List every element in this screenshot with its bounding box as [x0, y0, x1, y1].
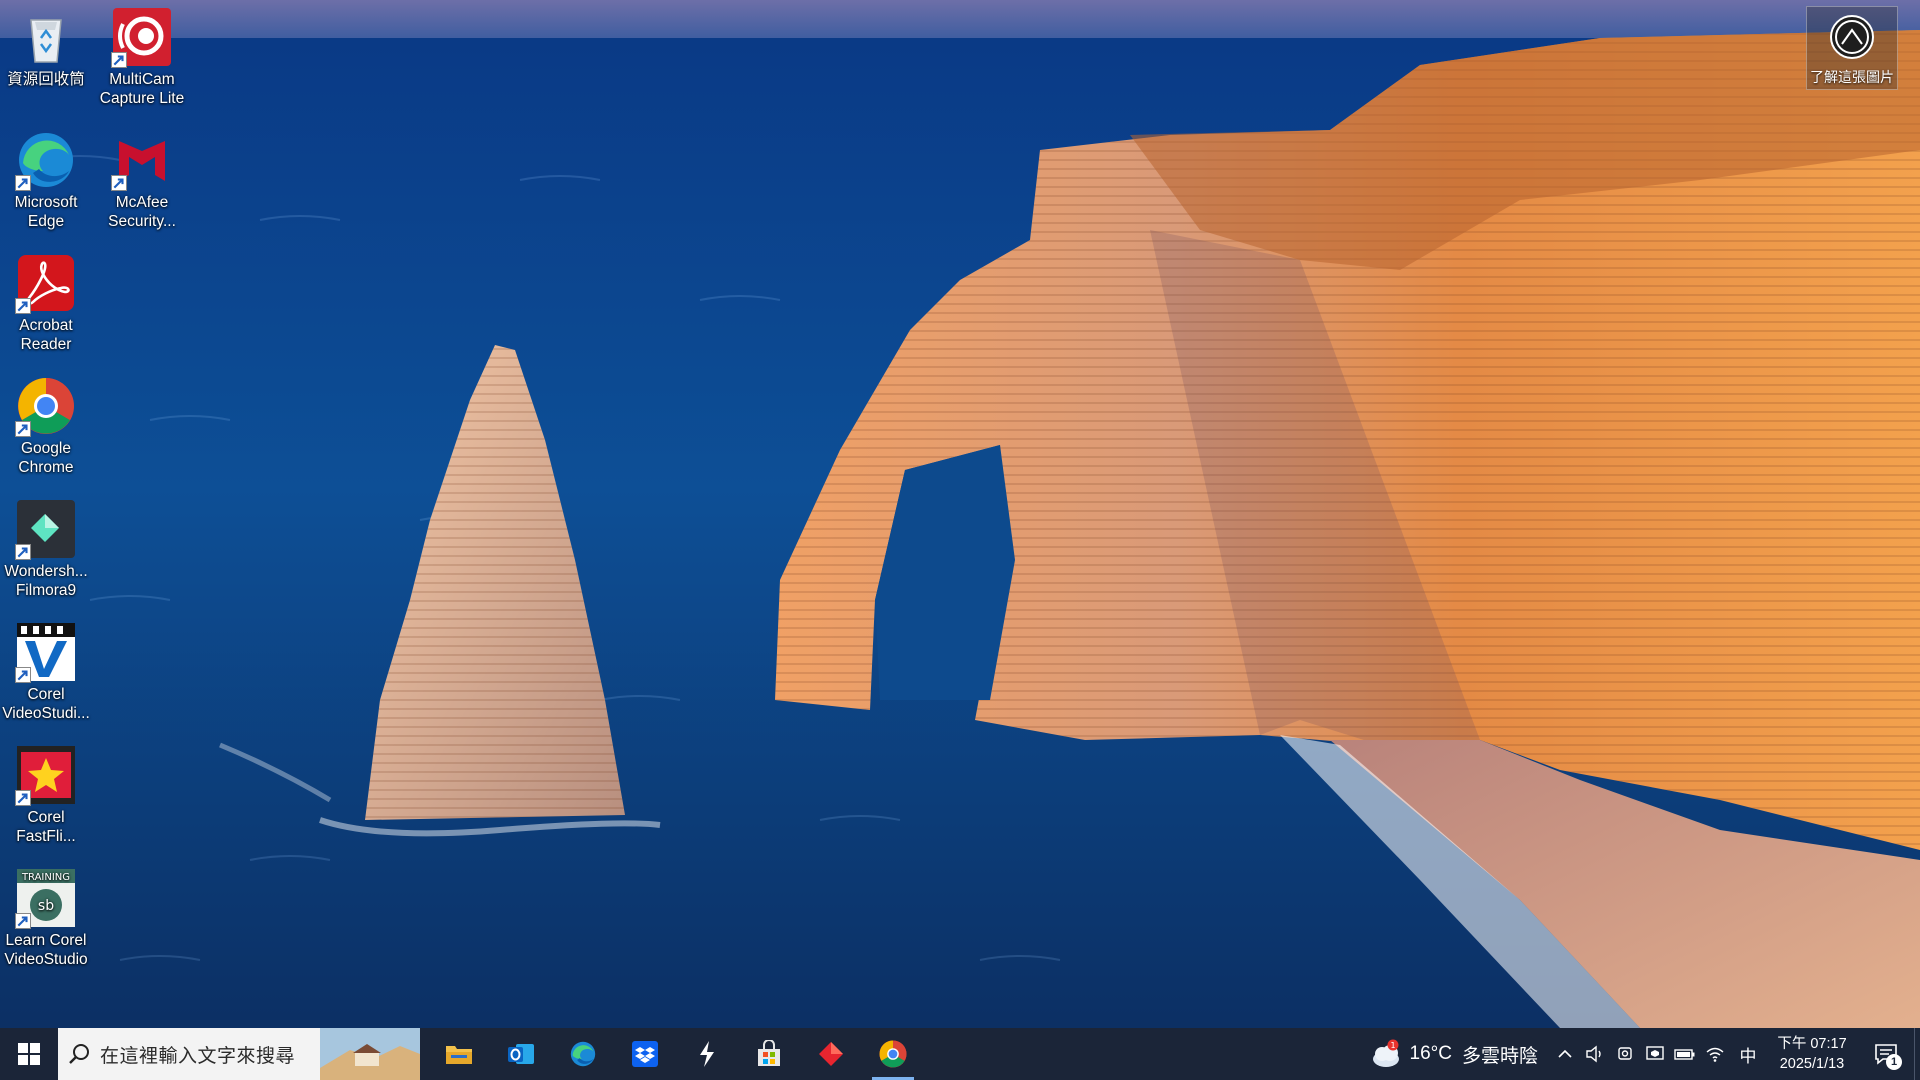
desktop-icon-label: Learn Corel VideoStudio — [4, 932, 88, 968]
clock-date: 2025/1/13 — [1779, 1056, 1845, 1072]
search-icon — [58, 1043, 100, 1065]
taskbar-app-chrome[interactable] — [862, 1028, 924, 1080]
acrobat-icon — [15, 252, 77, 314]
desktop-icon-mcafee[interactable]: McAfee Security... — [94, 123, 190, 241]
battery-button[interactable] — [1670, 1028, 1700, 1080]
display-shield-icon — [1646, 1046, 1664, 1060]
chrome-icon — [15, 375, 77, 437]
desktop-icon-recycle-bin[interactable]: 資源回收筒 — [0, 0, 94, 118]
desktop-icon-filmora[interactable]: Wondersh... Filmora9 — [0, 492, 94, 610]
weather-condition: 多雲時陰 — [1461, 1045, 1538, 1067]
desktop-icon-learn-corel[interactable]: TRAINING sb Learn Corel VideoStudio — [0, 861, 94, 979]
taskbar-app-file-explorer[interactable] — [428, 1028, 490, 1080]
shortcut-arrow-icon — [111, 175, 127, 191]
show-hidden-icons-button[interactable] — [1550, 1028, 1580, 1080]
desktop-icon-label: MultiCam Capture Lite — [99, 71, 185, 107]
desktop-icon-label: Corel VideoStudi... — [2, 686, 90, 722]
chevron-up-icon — [1558, 1049, 1572, 1058]
desktop-icon-chrome[interactable]: Google Chrome — [0, 369, 94, 487]
svg-text:1: 1 — [1390, 1041, 1395, 1050]
shortcut-arrow-icon — [111, 52, 127, 68]
wifi-icon — [1706, 1047, 1724, 1062]
desktop-icon-edge[interactable]: Microsoft Edge — [0, 123, 94, 241]
shortcut-arrow-icon — [15, 298, 31, 314]
shortcut-arrow-icon — [15, 667, 31, 683]
chrome-icon — [879, 1040, 907, 1068]
desktop-icon-grid: 資源回收筒 MultiCam Capture Lite Microsoft Ed… — [0, 0, 200, 1028]
tray-security-button[interactable] — [1640, 1028, 1670, 1080]
desktop-icon-label: Wondersh... Filmora9 — [4, 563, 88, 599]
webcam-icon — [1618, 1047, 1632, 1060]
outlook-icon — [508, 1044, 534, 1064]
network-button[interactable] — [1700, 1028, 1730, 1080]
learn-about-picture-button[interactable]: 了解這張圖片 — [1806, 6, 1898, 90]
dropbox-icon — [632, 1041, 658, 1067]
taskbar-pinned-apps — [428, 1028, 924, 1080]
desktop-icon-label: Microsoft Edge — [14, 194, 78, 230]
tray-camera-button[interactable] — [1610, 1028, 1640, 1080]
diamond-icon — [819, 1042, 843, 1066]
learn-about-picture-label: 了解這張圖片 — [1810, 69, 1894, 85]
svg-text:sb: sb — [38, 898, 54, 914]
taskbar-app-edge[interactable] — [552, 1028, 614, 1080]
notification-count-badge: 1 — [1886, 1054, 1902, 1070]
shortcut-arrow-icon — [15, 790, 31, 806]
desktop-wallpaper — [0, 0, 1920, 1080]
lightning-icon — [700, 1041, 714, 1067]
shortcut-arrow-icon — [15, 544, 31, 560]
battery-icon — [1674, 1049, 1695, 1060]
svg-text:TRAINING: TRAINING — [21, 872, 70, 883]
store-icon — [758, 1040, 780, 1066]
search-highlight-image — [320, 1028, 420, 1080]
desktop-icon-corel-fastflick[interactable]: Corel FastFli... — [0, 738, 94, 856]
input-method-indicator[interactable]: 中 — [1730, 1028, 1766, 1080]
desktop-icon-label: 資源回收筒 — [7, 71, 85, 88]
taskbar-app-red-diamond[interactable] — [800, 1028, 862, 1080]
desktop-icon-label: Corel FastFli... — [16, 809, 76, 845]
desktop-icon-multicam[interactable]: MultiCam Capture Lite — [94, 0, 190, 118]
taskbar: 在這裡輸入文字來搜尋 1 16°C 多雲時陰 中 下午 07:17 2025/1… — [0, 1028, 1920, 1080]
folder-icon — [446, 1046, 472, 1064]
corel-fastflick-icon — [15, 744, 77, 806]
notification-center-button[interactable]: 1 — [1858, 1028, 1914, 1080]
system-tray: 1 16°C 多雲時陰 中 下午 07:17 2025/1/13 1 — [1358, 1028, 1920, 1080]
weather-temperature: 16°C — [1409, 1043, 1452, 1064]
shortcut-arrow-icon — [15, 913, 31, 929]
speaker-icon — [1586, 1045, 1601, 1063]
edge-icon — [570, 1041, 596, 1067]
clock[interactable]: 下午 07:17 2025/1/13 — [1766, 1034, 1858, 1074]
recycle-bin-icon — [15, 6, 77, 68]
volume-button[interactable] — [1580, 1028, 1610, 1080]
taskbar-app-outlook[interactable] — [490, 1028, 552, 1080]
corel-videostudio-icon — [15, 621, 77, 683]
mcafee-icon — [111, 129, 173, 191]
taskbar-app-lightning[interactable] — [676, 1028, 738, 1080]
desktop-icon-label: McAfee Security... — [108, 194, 176, 230]
desktop-icon-label: Google Chrome — [18, 440, 74, 476]
shortcut-arrow-icon — [15, 421, 31, 437]
show-desktop-button[interactable] — [1914, 1028, 1920, 1080]
weather-widget[interactable]: 1 16°C 多雲時陰 — [1358, 1039, 1550, 1069]
taskbar-app-microsoft-store[interactable] — [738, 1028, 800, 1080]
start-button[interactable] — [0, 1028, 58, 1080]
edge-icon — [15, 129, 77, 191]
shortcut-arrow-icon — [15, 175, 31, 191]
camera-circle-icon — [1830, 15, 1874, 59]
taskbar-app-dropbox[interactable] — [614, 1028, 676, 1080]
learn-corel-icon: TRAINING sb — [15, 867, 77, 929]
taskbar-search-box[interactable]: 在這裡輸入文字來搜尋 — [58, 1028, 420, 1080]
filmora-icon — [15, 498, 77, 560]
desktop-icon-corel-videostudio[interactable]: Corel VideoStudi... — [0, 615, 94, 733]
search-placeholder: 在這裡輸入文字來搜尋 — [100, 1045, 296, 1067]
desktop-icon-label: Acrobat Reader — [19, 317, 73, 353]
multicam-icon — [111, 6, 173, 68]
clock-time: 下午 07:17 — [1777, 1036, 1847, 1052]
cloudy-weather-icon: 1 — [1372, 1039, 1399, 1067]
windows-logo-icon — [18, 1043, 40, 1065]
desktop-icon-acrobat[interactable]: Acrobat Reader — [0, 246, 94, 364]
